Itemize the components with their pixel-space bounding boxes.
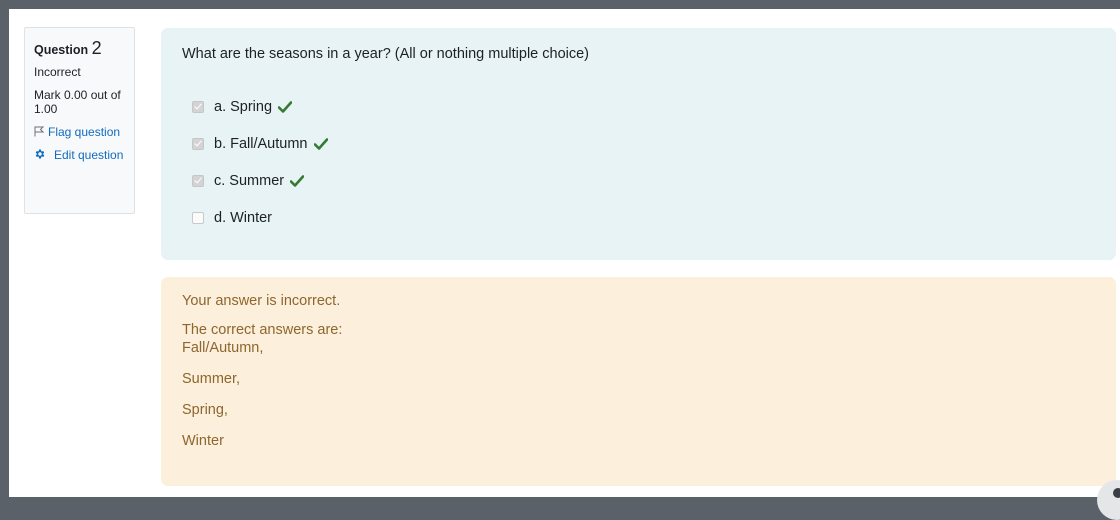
- answer-label: a. Spring: [214, 98, 273, 115]
- answer-option: a. Spring: [182, 88, 1116, 125]
- answer-checkbox[interactable]: [192, 100, 204, 113]
- question-formulation: What are the seasons in a year? (All or …: [161, 28, 1116, 260]
- question-text: What are the seasons in a year? (All or …: [182, 46, 590, 62]
- answer-label: b. Fall/Autumn: [214, 135, 308, 152]
- flag-icon: [34, 126, 44, 137]
- question-container: Question 2 Incorrect Mark 0.00 out of 1.…: [9, 9, 1120, 497]
- check-icon: [290, 174, 305, 187]
- check-icon: [313, 137, 328, 150]
- answer-label: c. Summer: [214, 172, 285, 189]
- feedback-panel: Your answer is incorrect. The correct an…: [161, 277, 1116, 486]
- edit-question-label: Edit question: [54, 148, 124, 162]
- correct-answer-item: Winter: [182, 433, 224, 449]
- question-number: Question 2: [34, 39, 134, 59]
- answer-option: d. Winter: [182, 199, 1116, 236]
- question-state: Incorrect: [34, 65, 81, 79]
- correct-answer-item: Fall/Autumn,: [182, 340, 264, 356]
- feedback-intro: The correct answers are:: [182, 322, 343, 338]
- gear-icon: [35, 149, 45, 159]
- question-number-value: 2: [91, 38, 102, 58]
- correct-answer-item: Summer,: [182, 371, 241, 387]
- answer-option: b. Fall/Autumn: [182, 125, 1116, 162]
- answer-checkbox[interactable]: [192, 137, 204, 150]
- flag-question-label: Flag question: [48, 125, 121, 139]
- edit-question-link[interactable]: Edit question: [34, 147, 124, 163]
- check-icon: [278, 100, 293, 113]
- answer-option: c. Summer: [182, 162, 1116, 199]
- flag-question-link[interactable]: Flag question: [34, 125, 134, 139]
- answer-label: d. Winter: [214, 209, 273, 226]
- question-info-panel: Question 2 Incorrect Mark 0.00 out of 1.…: [24, 27, 135, 214]
- question-grade: Mark 0.00 out of 1.00: [34, 88, 121, 116]
- answer-checkbox[interactable]: [192, 174, 204, 187]
- feedback-result: Your answer is incorrect.: [182, 293, 341, 309]
- question-label: Question: [34, 43, 89, 57]
- answer-list: a. Spring b. Fall/Autumn c. Summer d. Winte…: [182, 88, 1116, 236]
- correct-answer-item: Spring,: [182, 402, 228, 418]
- answer-checkbox[interactable]: [192, 211, 204, 224]
